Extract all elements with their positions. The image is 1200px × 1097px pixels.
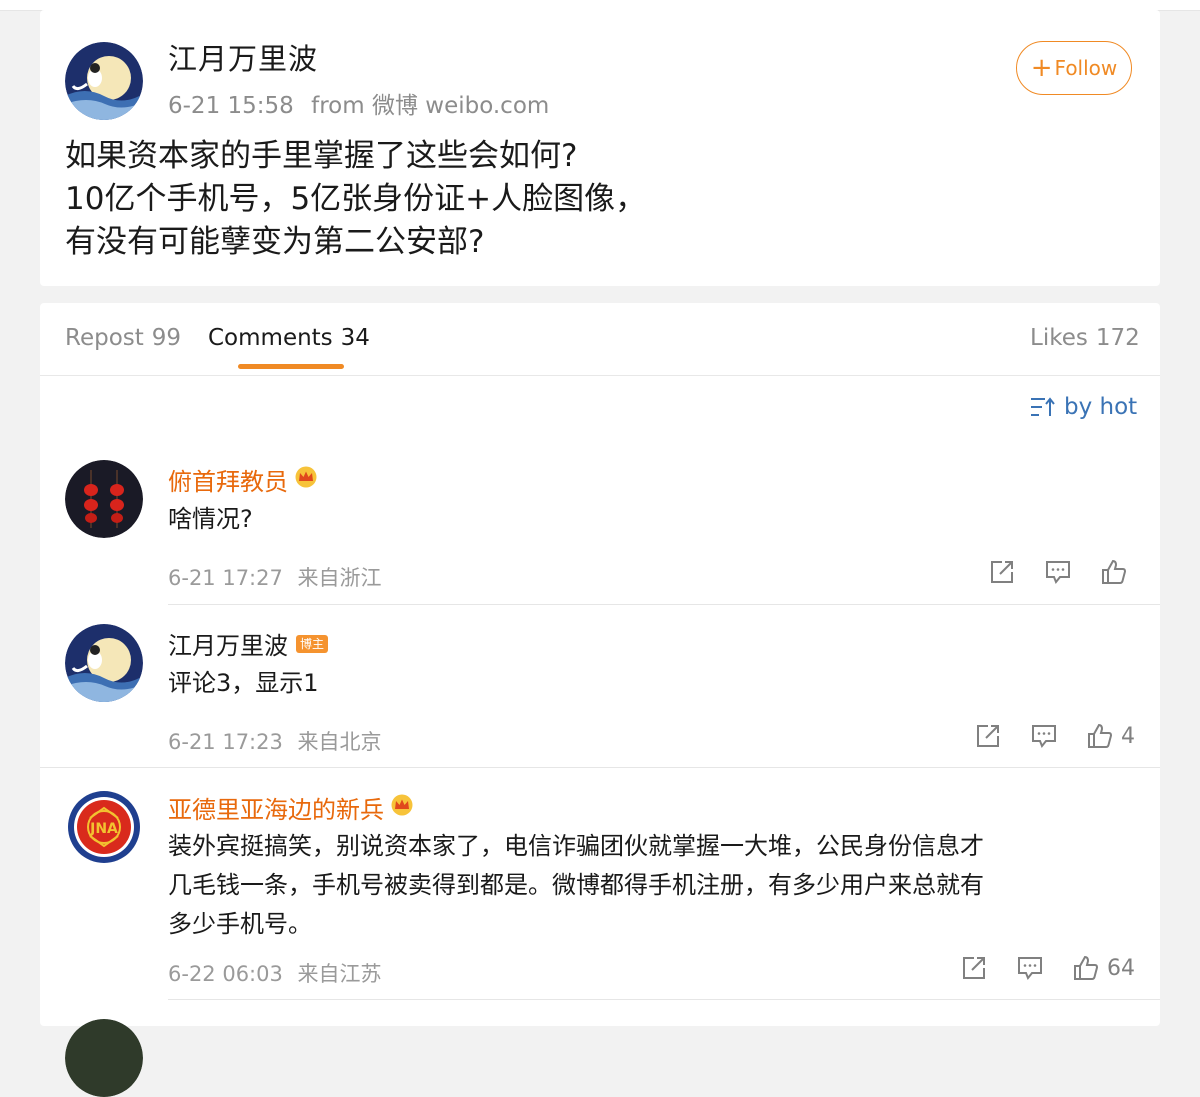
- follow-label: Follow: [1054, 56, 1118, 80]
- comment-meta: 6-22 06:03 来自江苏: [168, 958, 382, 988]
- share-icon: [963, 957, 985, 979]
- thumbs-up-icon: [1102, 559, 1127, 584]
- crown-icon: [294, 466, 318, 494]
- comment-text: 评论3，显示1: [168, 664, 1138, 703]
- commenter-avatar[interactable]: JNA: [65, 788, 143, 866]
- comments-card: Repost 99 Comments 34 Likes 172 by hot 俯…: [40, 303, 1160, 1097]
- reply-button[interactable]: [1045, 560, 1071, 584]
- tab-bar: Repost 99 Comments 34 Likes 172: [40, 303, 1160, 376]
- crown-icon: [390, 794, 414, 822]
- like-count: 64: [1107, 955, 1135, 981]
- comment-meta: 6-21 17:23 来自北京: [168, 726, 382, 756]
- tab-likes[interactable]: Likes 172: [1030, 325, 1140, 351]
- comment-text-line: 多少手机号。: [168, 910, 312, 938]
- commenter-name-text: 江月万里波: [168, 632, 288, 660]
- avatar-emblem-image: JNA: [65, 788, 143, 866]
- share-button[interactable]: [989, 559, 1015, 585]
- avatar-lanterns-image: [65, 460, 143, 538]
- reply-button[interactable]: [1017, 956, 1043, 980]
- active-tab-indicator: [238, 364, 344, 369]
- comment-icon: [1032, 725, 1056, 748]
- tab-comments[interactable]: Comments 34: [208, 325, 370, 351]
- svg-text:JNA: JNA: [89, 821, 118, 837]
- reply-button[interactable]: [1031, 724, 1057, 748]
- like-button[interactable]: [1101, 559, 1135, 585]
- comment-text-line: 几毛钱一条，手机号被卖得到都是。微博都得手机注册，有多少用户来总就有: [168, 871, 984, 899]
- post-text-line: 有没有可能孽变为第二公安部?: [65, 224, 485, 260]
- author-badge: 博主: [296, 634, 329, 653]
- like-count: 4: [1121, 723, 1135, 749]
- share-button[interactable]: [975, 723, 1001, 749]
- post-text-line: 如果资本家的手里掌握了这些会如何?: [65, 138, 578, 174]
- avatar-moon-image: [65, 42, 143, 120]
- sort-label: by hot: [1064, 394, 1138, 420]
- avatar-image: [65, 1019, 143, 1097]
- comment-divider: [168, 604, 1160, 605]
- tab-label: Likes: [1030, 325, 1088, 351]
- comment-actions: 64: [931, 955, 1135, 981]
- sort-by-hot-button[interactable]: by hot: [1030, 394, 1137, 420]
- comment-location: 来自北京: [297, 730, 382, 754]
- commenter-name[interactable]: 亚德里亚海边的新兵: [168, 790, 414, 825]
- commenter-name[interactable]: 俯首拜教员: [168, 462, 318, 497]
- comment-actions: [959, 559, 1135, 585]
- tab-count: 99: [151, 325, 182, 351]
- like-button[interactable]: 64: [1073, 955, 1135, 981]
- tab-repost[interactable]: Repost 99: [65, 325, 181, 351]
- comment-text: 装外宾挺搞笑，别说资本家了，电信诈骗团伙就掌握一大堆，公民身份信息才 几毛钱一条…: [168, 827, 1138, 944]
- comment-meta: 6-21 17:27 来自浙江: [168, 562, 382, 592]
- share-icon: [991, 561, 1013, 583]
- thumbs-up-icon: [1074, 955, 1099, 980]
- comment-time: 6-21 17:27: [168, 566, 283, 590]
- comment-location: 来自江苏: [297, 962, 382, 986]
- comment-text-line: 啥情况?: [168, 505, 253, 533]
- follow-button[interactable]: + Follow: [1016, 41, 1132, 95]
- comment-text-line: 评论3，显示1: [168, 669, 319, 697]
- post-text-line: 10亿个手机号，5亿张身份证+人脸图像，: [65, 181, 647, 217]
- comment-text-line: 装外宾挺搞笑，别说资本家了，电信诈骗团伙就掌握一大堆，公民身份信息才: [168, 832, 984, 860]
- post-time: 6-21 15:58: [168, 93, 294, 119]
- author-avatar[interactable]: [65, 42, 143, 120]
- comment-divider: [40, 767, 1160, 768]
- tab-label: Comments: [208, 325, 333, 351]
- comment-time: 6-22 06:03: [168, 962, 283, 986]
- comment-icon: [1046, 561, 1070, 584]
- commenter-avatar[interactable]: [65, 460, 143, 538]
- share-button[interactable]: [961, 955, 987, 981]
- like-button[interactable]: 4: [1087, 723, 1135, 749]
- tab-count: 34: [340, 325, 370, 351]
- commenter-avatar[interactable]: [65, 1019, 143, 1097]
- comment-divider: [168, 999, 1160, 1000]
- commenter-avatar[interactable]: [65, 624, 143, 702]
- share-icon: [977, 725, 999, 747]
- comment-actions: 4: [945, 723, 1135, 749]
- post-meta: 6-21 15:58 from 微博 weibo.com: [168, 86, 549, 120]
- commenter-name-text: 亚德里亚海边的新兵: [168, 796, 384, 824]
- post-source: from 微博 weibo.com: [311, 93, 550, 119]
- tab-count: 172: [1095, 325, 1140, 351]
- avatar-moon-image: [65, 624, 143, 702]
- post-text: 如果资本家的手里掌握了这些会如何? 10亿个手机号，5亿张身份证+人脸图像， 有…: [65, 135, 646, 264]
- comment-text: 啥情况?: [168, 500, 1138, 539]
- comment-location: 来自浙江: [297, 566, 382, 590]
- plus-icon: +: [1030, 53, 1053, 83]
- commenter-name[interactable]: 江月万里波 博主: [168, 626, 329, 661]
- thumbs-up-icon: [1088, 723, 1113, 748]
- commenter-name-text: 俯首拜教员: [168, 468, 288, 496]
- tab-label: Repost: [65, 325, 144, 351]
- comment-time: 6-21 17:23: [168, 730, 283, 754]
- sort-icon: [1031, 397, 1055, 416]
- post-card: 江月万里波 6-21 15:58 from 微博 weibo.com + Fol…: [40, 10, 1160, 286]
- post-author-name[interactable]: 江月万里波: [168, 36, 318, 78]
- comment-icon: [1018, 957, 1042, 980]
